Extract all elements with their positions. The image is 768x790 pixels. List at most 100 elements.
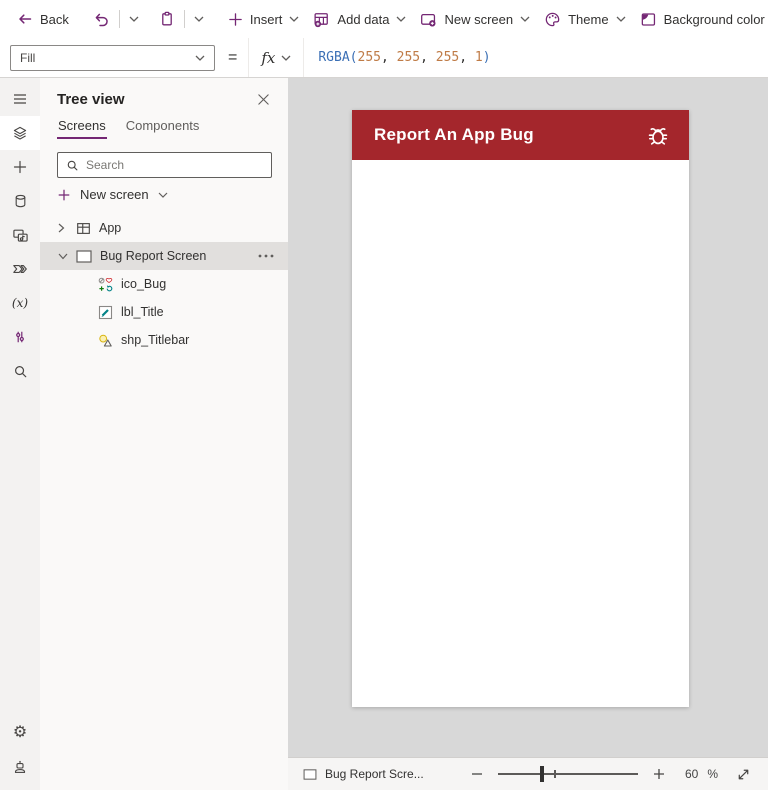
variables-icon: (x) (11, 296, 29, 310)
design-canvas[interactable]: Report An App Bug (288, 78, 768, 757)
top-toolbar: Back Insert Add data New screen Theme Ba… (0, 0, 768, 38)
paste-menu-button[interactable] (187, 4, 211, 34)
background-color-label: Background color (663, 11, 765, 27)
add-data-button[interactable]: Add data (306, 4, 413, 34)
toolbar-separator (118, 10, 120, 28)
back-arrow-icon (17, 11, 33, 27)
power-automate-icon (12, 261, 28, 277)
zoom-in-button[interactable] (651, 768, 667, 780)
new-screen-label: New screen (444, 11, 514, 27)
plus-icon (57, 188, 71, 202)
shape-control-icon (98, 333, 113, 348)
tab-screens[interactable]: Screens (57, 114, 107, 139)
close-panel-button[interactable] (255, 91, 272, 108)
tree-item-bug-report-screen[interactable]: Bug Report Screen (40, 242, 288, 270)
insert-label: Insert (249, 11, 283, 27)
chevron-down-icon (281, 55, 291, 61)
virtual-agent-bot-icon (12, 759, 28, 775)
screen-breadcrumb[interactable]: Bug Report Scre... (303, 767, 424, 781)
background-color-icon (640, 11, 657, 28)
data-rail-button[interactable] (0, 184, 40, 218)
virtual-agent-rail-button[interactable] (0, 750, 40, 784)
tree-view-rail-button[interactable] (0, 116, 40, 150)
theme-palette-icon (544, 11, 561, 28)
search-input[interactable] (86, 158, 263, 172)
tree-item-shp-titlebar[interactable]: shp_Titlebar (40, 326, 288, 354)
chevron-down-icon (194, 16, 204, 22)
add-data-label: Add data (337, 11, 390, 27)
background-color-button[interactable]: Background color (633, 4, 768, 34)
tree-item-label: ico_Bug (121, 277, 167, 291)
status-bar: Bug Report Scre... 60% (288, 757, 768, 790)
tree-item-app[interactable]: App (40, 214, 288, 242)
app-titlebar-shape[interactable]: Report An App Bug (352, 110, 689, 160)
tab-components[interactable]: Components (125, 114, 201, 139)
chevron-down-icon (129, 16, 139, 22)
zoom-out-button[interactable] (469, 768, 485, 780)
tree-item-lbl-title[interactable]: lbl_Title (40, 298, 288, 326)
chevron-down-icon (396, 16, 406, 22)
breadcrumb-label: Bug Report Scre... (325, 767, 424, 781)
app-screen-preview[interactable]: Report An App Bug (352, 110, 689, 707)
chevron-down-icon (158, 192, 168, 198)
insert-rail-button[interactable] (0, 150, 40, 184)
undo-icon (93, 11, 110, 28)
new-screen-panel-button[interactable]: New screen (57, 187, 272, 202)
label-control-icon (98, 305, 113, 320)
chevron-right-icon[interactable] (58, 223, 68, 233)
hamburger-menu-icon (12, 91, 28, 107)
panel-tabs: Screens Components (40, 114, 288, 140)
hamburger-menu-button[interactable] (0, 82, 40, 116)
advanced-tools-rail-button[interactable] (0, 320, 40, 354)
media-icon (12, 227, 29, 244)
app-icon (76, 221, 91, 236)
property-selector[interactable]: Fill (10, 44, 215, 71)
variables-rail-button[interactable]: (x) (0, 286, 40, 320)
insert-button[interactable]: Insert (221, 4, 307, 34)
tree-item-label: shp_Titlebar (121, 333, 190, 347)
settings-rail-button[interactable]: ⚙ (0, 716, 40, 750)
canvas-stage: Report An App Bug Bug Report Scre... 60 … (288, 78, 768, 790)
power-automate-rail-button[interactable] (0, 252, 40, 286)
tree-item-ico-bug[interactable]: ico_Bug (40, 270, 288, 298)
add-data-table-icon (313, 11, 330, 28)
undo-button[interactable] (86, 4, 117, 34)
left-navigation-rail: (x) ⚙ (0, 78, 40, 790)
formula-input[interactable]: RGBA(255, 255, 255, 1) (318, 50, 490, 65)
search-icon (66, 159, 79, 172)
back-button[interactable]: Back (10, 4, 76, 34)
tree-search-box (57, 152, 272, 178)
zoom-slider-handle[interactable] (539, 766, 544, 782)
insert-plus-icon (12, 159, 28, 175)
chevron-down-icon (195, 55, 205, 61)
zoom-slider-notch (553, 770, 556, 778)
back-label: Back (40, 11, 69, 27)
fx-icon: fx (261, 48, 276, 67)
fx-button[interactable]: fx (248, 38, 305, 77)
zoom-unit: % (707, 767, 718, 781)
rail-spacer (0, 388, 40, 716)
paste-button[interactable] (152, 4, 182, 34)
fit-to-window-icon[interactable] (734, 767, 753, 782)
equals-sign: = (228, 48, 238, 66)
zoom-slider-track (497, 773, 638, 775)
theme-button[interactable]: Theme (537, 4, 632, 34)
tree-view-layers-icon (12, 125, 28, 141)
tree-item-label: Bug Report Screen (100, 249, 207, 263)
app-title-label[interactable]: Report An App Bug (374, 125, 645, 145)
bug-icon[interactable] (645, 122, 671, 148)
tree-item-label: App (99, 221, 122, 235)
property-selected-value: Fill (20, 50, 36, 65)
undo-menu-button[interactable] (122, 4, 146, 34)
zoom-controls: 60% (469, 766, 753, 782)
screen-icon (76, 249, 92, 263)
search-rail-button[interactable] (0, 354, 40, 388)
more-options-icon[interactable] (254, 254, 288, 258)
settings-gear-icon: ⚙ (12, 724, 28, 741)
new-screen-icon (420, 11, 437, 28)
new-screen-button[interactable]: New screen (413, 4, 537, 34)
zoom-percentage: 60% (685, 767, 718, 781)
media-rail-button[interactable] (0, 218, 40, 252)
chevron-down-icon[interactable] (58, 253, 68, 260)
zoom-slider[interactable] (497, 766, 638, 782)
